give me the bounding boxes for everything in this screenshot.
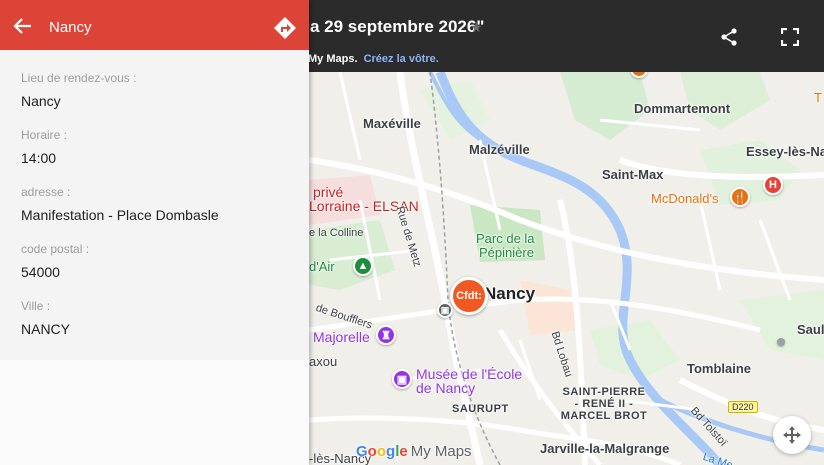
map-label-maxeville: Maxéville [363, 116, 421, 131]
field-value: Manifestation - Place Dombasle [21, 207, 219, 223]
map-subtitle: My Maps. Créez la vôtre. [308, 53, 439, 65]
field-label: Horaire : [21, 128, 68, 142]
panel-body: Lieu de rendez-vous : Nancy Horaire : 14… [0, 50, 309, 360]
subtitle-my-maps: My Maps. [308, 53, 358, 65]
map-label-tomblaine: Tomblaine [687, 361, 752, 376]
detail-panel: Nancy Lieu de rendez-vous : Nancy Horair… [0, 0, 309, 465]
map-label-saurupt: SAURUPT [452, 403, 509, 415]
map-label-axou: axou [309, 354, 338, 369]
map-label-saint-pierre-3: MARCEL BROT [560, 410, 648, 422]
map-label-jarville: Jarville-la-Malgrange [540, 441, 670, 456]
field-label: Ville : [21, 299, 51, 313]
fullscreen-icon [781, 28, 799, 46]
map-label-essey: Essey-lès-Nan [746, 144, 824, 159]
train-station-icon[interactable]: ▣ [437, 302, 453, 318]
fullscreen-button[interactable] [779, 26, 801, 48]
field-code-postal: code postal : 54000 [0, 242, 309, 299]
logo-letter-o1: o [367, 443, 377, 460]
museum-ecole-icon[interactable]: ▣ [392, 369, 412, 389]
logo-letter-e: e [399, 443, 408, 460]
map-label-saul: Saul [797, 322, 824, 337]
field-value: 54000 [21, 264, 60, 280]
map-label-edge-t: T [814, 90, 822, 105]
park-icon[interactable]: ▲ [353, 256, 373, 276]
panel-header: Nancy [0, 0, 309, 50]
field-value: NANCY [21, 321, 71, 337]
map-title: a 29 septembre 2026" [310, 17, 485, 36]
create-your-own-link[interactable]: Créez la vôtre. [364, 53, 439, 65]
map-label-dommartemont: Dommartemont [634, 101, 731, 116]
share-button[interactable] [718, 26, 740, 48]
field-label: adresse : [21, 185, 71, 199]
field-value: Nancy [21, 93, 61, 109]
map-label-colline: e la Colline [309, 227, 364, 239]
map-label-saint-pierre-1: SAINT-PIERRE [562, 386, 646, 398]
map-label-nancy: Nancy [484, 284, 536, 303]
transit-dot-icon [777, 338, 785, 346]
cfdt-marker[interactable]: Cfdt: [450, 277, 488, 315]
field-ville: Ville : NANCY [0, 299, 309, 356]
map-label-saint-pierre-2: - RENÉ II - [574, 398, 634, 410]
map-label-parc-2: Pépinière [479, 245, 534, 260]
field-label: code postal : [21, 242, 90, 256]
map-label-saint-pierre: SAINT-PIERRE - RENÉ II - MARCEL BROT [544, 386, 664, 422]
road-badge-d220: D220 [728, 401, 758, 413]
map-label-saint-max: Saint-Max [602, 167, 664, 182]
logo-letter-g: G [356, 443, 368, 460]
share-icon [721, 28, 737, 46]
map-label-majorelle: Majorelle [313, 329, 370, 345]
google-my-maps-logo: Google My Maps [356, 443, 472, 460]
map-label-dair: d'Air [309, 259, 335, 274]
map-label-mcdonalds: McDonald's [651, 191, 719, 206]
star-icon[interactable]: ★ [470, 19, 483, 36]
restaurant-icon[interactable]: 🍴 [730, 187, 750, 207]
panel-empty-area [0, 360, 309, 465]
directions-icon[interactable] [273, 16, 297, 40]
panel-title: Nancy [49, 19, 92, 36]
recenter-button[interactable] [773, 416, 811, 454]
field-horaire: Horaire : 14:00 [0, 128, 309, 185]
field-label: Lieu de rendez-vous : [21, 71, 137, 85]
logo-my-maps: My Maps [410, 443, 472, 460]
map-label-malzeville: Malzéville [469, 142, 530, 157]
logo-letter-g2: g [386, 443, 396, 460]
field-lieu: Lieu de rendez-vous : Nancy [0, 71, 309, 128]
move-arrows-icon [783, 426, 801, 444]
map-label-musee-2: de Nancy [416, 380, 476, 396]
field-value: 14:00 [21, 150, 57, 166]
map-label-parc-1: Parc de la [476, 231, 535, 246]
logo-letter-o2: o [376, 443, 387, 460]
field-adresse: adresse : Manifestation - Place Dombasle [0, 185, 309, 242]
museum-icon[interactable]: ♜ [376, 325, 396, 345]
hospital-icon[interactable]: H [763, 175, 783, 195]
back-arrow-icon[interactable] [12, 15, 34, 37]
